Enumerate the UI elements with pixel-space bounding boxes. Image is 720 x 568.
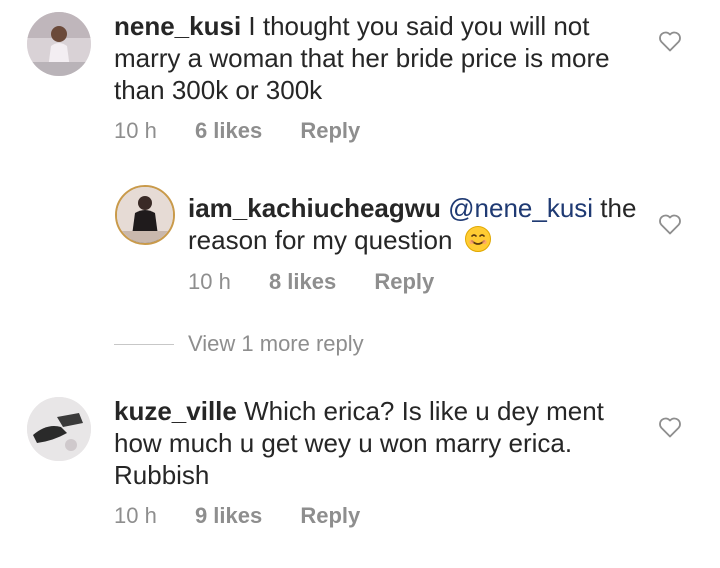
- comment-text: nene_kusi I thought you said you will no…: [114, 10, 654, 106]
- smiling-face-icon: [464, 226, 491, 252]
- avatar-image: [27, 12, 91, 76]
- avatar-image: [117, 187, 173, 243]
- comment-likes[interactable]: 9 likes: [195, 503, 262, 529]
- comment-meta: 10 h 6 likes Reply: [114, 118, 392, 144]
- comment-time: 10 h: [114, 118, 157, 143]
- comment-nene-kusi: nene_kusi I thought you said you will no…: [0, 0, 720, 170]
- comment-likes[interactable]: 8 likes: [269, 269, 336, 295]
- comment-username[interactable]: kuze_ville: [114, 396, 237, 426]
- reply-button[interactable]: Reply: [374, 269, 434, 295]
- comment-kuze-ville: kuze_ville Which erica? Is like u dey me…: [0, 385, 720, 565]
- comment-time: 10 h: [188, 269, 231, 294]
- comment-username[interactable]: iam_kachiucheagwu: [188, 193, 441, 223]
- reply-button[interactable]: Reply: [300, 503, 360, 529]
- reply-button[interactable]: Reply: [300, 118, 360, 144]
- avatar-image: [27, 397, 91, 461]
- comment-text: kuze_ville Which erica? Is like u dey me…: [114, 395, 634, 491]
- heart-outline-icon[interactable]: [658, 30, 682, 52]
- view-more-replies[interactable]: View 1 more reply: [114, 330, 364, 358]
- comment-time: 10 h: [114, 503, 157, 528]
- reply-iam-kachiucheagwu: iam_kachiucheagwu @nene_kusi the reason …: [0, 175, 720, 315]
- comment-meta: 10 h 9 likes Reply: [114, 503, 392, 529]
- comment-likes[interactable]: 6 likes: [195, 118, 262, 144]
- avatar[interactable]: [115, 185, 175, 245]
- comment-text: iam_kachiucheagwu @nene_kusi the reason …: [188, 192, 648, 256]
- view-more-replies-label[interactable]: View 1 more reply: [188, 331, 364, 357]
- comment-meta: 10 h 8 likes Reply: [188, 269, 466, 295]
- comment-username[interactable]: nene_kusi: [114, 11, 241, 41]
- avatar[interactable]: [27, 12, 91, 76]
- avatar[interactable]: [27, 397, 91, 461]
- heart-outline-icon[interactable]: [658, 213, 682, 235]
- heart-outline-icon[interactable]: [658, 416, 682, 438]
- mention-link[interactable]: @nene_kusi: [448, 193, 593, 223]
- divider-line: [114, 343, 174, 345]
